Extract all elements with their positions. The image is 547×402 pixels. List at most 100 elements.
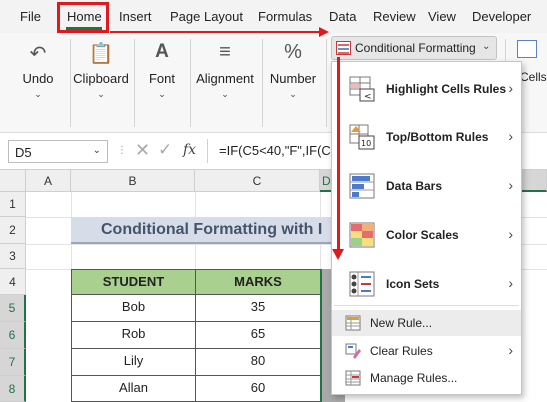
conditional-formatting-menu: < Highlight Cells Rules › 10 Top/Bottom … [331, 61, 522, 395]
menu-insert[interactable]: Insert [119, 9, 152, 24]
table-cell-marks[interactable]: 60 [195, 375, 321, 402]
row-header-5[interactable]: 5 [0, 295, 26, 322]
formula-divider [207, 139, 208, 163]
undo-icon: ↶ [29, 43, 47, 65]
row-header-3[interactable]: 3 [0, 244, 26, 269]
row-header-7[interactable]: 7 [0, 349, 26, 376]
annotation-arrow-head [319, 27, 329, 37]
chevron-down-icon: ⌄ [34, 89, 42, 99]
row-header-6[interactable]: 6 [0, 322, 26, 349]
svg-text:<: < [364, 92, 372, 102]
column-header-a[interactable]: A [26, 170, 71, 192]
menu-item-icon-sets[interactable]: Icon Sets › [332, 264, 521, 304]
conditional-formatting-button[interactable]: Conditional Formatting ⌄ [331, 36, 497, 60]
menu-item-top-bottom-rules[interactable]: 10 Top/Bottom Rules › [332, 118, 521, 156]
annotation-arrow-line-vertical [337, 57, 340, 253]
chevron-down-icon: ⌄ [289, 89, 297, 99]
new-rule-icon [345, 315, 361, 331]
chevron-down-icon[interactable]: ⌄ [93, 145, 101, 156]
table-cell-marks[interactable]: 35 [195, 294, 321, 322]
row-header-4[interactable]: 4 [0, 269, 26, 295]
clear-rules-icon [345, 343, 361, 359]
number-label: Number [269, 71, 317, 86]
chevron-down-icon: ⌄ [482, 41, 491, 52]
menu-item-label: Color Scales [386, 228, 459, 242]
enter-icon[interactable]: ✓ [158, 140, 172, 160]
ribbon-separator [70, 39, 71, 127]
alignment-group[interactable]: ≡ Alignment ⌄ [192, 33, 258, 129]
chevron-down-icon: ⌄ [221, 89, 229, 99]
table-cell-marks[interactable]: 65 [195, 321, 321, 349]
cancel-icon[interactable]: ✕ [135, 140, 150, 161]
chevron-right-icon: › [508, 80, 513, 96]
formula-input[interactable]: =IF(C5<40,"F",IF(C( [219, 143, 335, 158]
sheet-title-cell[interactable]: Conditional Formatting with I [71, 217, 346, 244]
icon-sets-icon [348, 270, 376, 298]
menu-page-layout[interactable]: Page Layout [170, 9, 243, 24]
clipboard-label: Clipboard [73, 71, 129, 86]
table-cell-student[interactable]: Lily [71, 348, 196, 376]
name-box[interactable]: D5 ⌄ [8, 140, 108, 163]
row-header-2[interactable]: 2 [0, 217, 26, 244]
undo-group[interactable]: ↶ Undo ⌄ [10, 33, 66, 129]
table-header-student[interactable]: STUDENT [71, 269, 196, 295]
font-group[interactable]: A Font ⌄ [136, 33, 188, 129]
chevron-down-icon: ⌄ [158, 89, 166, 99]
menu-item-highlight-cells-rules[interactable]: < Highlight Cells Rules › [332, 70, 521, 108]
data-bars-icon [348, 172, 376, 200]
number-group[interactable]: % Number ⌄ [264, 33, 322, 129]
name-box-value: D5 [15, 145, 32, 160]
menu-item-data-bars[interactable]: Data Bars › [332, 166, 521, 206]
menu-review[interactable]: Review [373, 9, 416, 24]
menu-item-clear-rules[interactable]: Clear Rules › [332, 338, 521, 364]
table-cell-student[interactable]: Bob [71, 294, 196, 322]
svg-text:10: 10 [361, 139, 371, 148]
ribbon-separator [134, 39, 135, 127]
menu-item-label: Highlight Cells Rules [386, 82, 507, 96]
chevron-right-icon: › [508, 226, 513, 242]
alignment-icon: ≡ [219, 41, 231, 63]
menu-file[interactable]: File [20, 9, 41, 24]
conditional-formatting-label: Conditional Formatting [355, 41, 476, 55]
chevron-down-icon: ⌄ [97, 89, 105, 99]
menu-divider [334, 305, 519, 306]
alignment-label: Alignment [196, 71, 254, 86]
menu-developer[interactable]: Developer [472, 9, 531, 24]
menu-item-label: New Rule... [370, 316, 433, 330]
conditional-formatting-icon [336, 41, 351, 55]
menu-item-new-rule[interactable]: New Rule... [332, 310, 521, 336]
undo-label: Undo [22, 71, 54, 86]
menu-data[interactable]: Data [329, 9, 356, 24]
row-header-1[interactable]: 1 [0, 192, 26, 217]
row-header-8[interactable]: 8 [0, 376, 26, 402]
insert-function-icon[interactable]: fx [183, 142, 196, 158]
table-cell-student[interactable]: Rob [71, 321, 196, 349]
ribbon-separator [190, 39, 191, 127]
highlight-cells-icon: < [348, 75, 376, 103]
annotation-arrow-head-down [332, 249, 344, 260]
menu-item-manage-rules[interactable]: Manage Rules... [332, 365, 521, 391]
table-cell-marks[interactable]: 80 [195, 348, 321, 376]
column-header-c[interactable]: C [195, 170, 320, 192]
column-header-b[interactable]: B [71, 170, 195, 192]
menu-view[interactable]: View [428, 9, 456, 24]
menu-item-label: Data Bars [386, 179, 443, 193]
ribbon-separator [262, 39, 263, 127]
percent-icon: % [284, 41, 302, 63]
cells-label: Cells [520, 70, 547, 84]
cells-icon[interactable] [517, 40, 537, 58]
table-cell-student[interactable]: Allan [71, 375, 196, 402]
menu-formulas[interactable]: Formulas [258, 9, 312, 24]
clipboard-group[interactable]: 📋 Clipboard ⌄ [72, 33, 130, 129]
color-scales-icon [348, 221, 376, 249]
menu-item-label: Clear Rules [370, 344, 433, 358]
font-icon: A [155, 41, 169, 62]
resize-handle-icon[interactable]: ⋮ [117, 145, 128, 156]
table-header-marks[interactable]: MARKS [195, 269, 321, 295]
chevron-right-icon: › [508, 128, 513, 144]
annotation-arrow-line [110, 31, 321, 33]
manage-rules-icon [345, 370, 361, 386]
select-all-corner[interactable] [0, 170, 26, 192]
menu-item-color-scales[interactable]: Color Scales › [332, 215, 521, 255]
menu-item-label: Icon Sets [386, 277, 440, 291]
